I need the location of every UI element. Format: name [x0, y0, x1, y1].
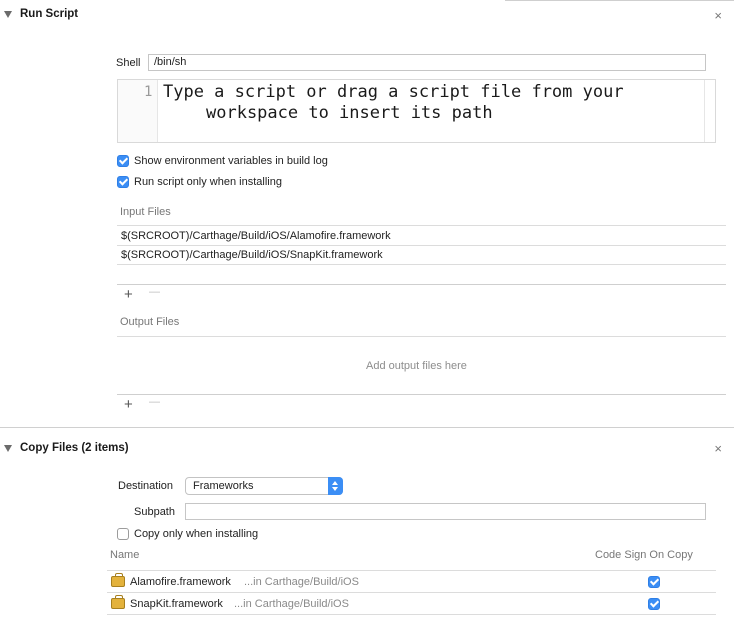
editor-scrollbar-track[interactable] — [704, 80, 705, 142]
table-row[interactable]: Alamofire.framework ...in Carthage/Build… — [107, 571, 716, 592]
input-files-bottom-divider — [117, 284, 726, 285]
top-divider — [505, 0, 734, 1]
input-file-path: $(SRCROOT)/Carthage/Build/iOS/Alamofire.… — [121, 230, 391, 242]
close-icon[interactable]: × — [714, 442, 722, 455]
subpath-input[interactable] — [185, 503, 706, 520]
output-files-bottom-divider — [117, 394, 726, 395]
input-file-row[interactable]: $(SRCROOT)/Carthage/Build/iOS/SnapKit.fr… — [117, 246, 726, 265]
file-location: ...in Carthage/Build/iOS — [244, 576, 359, 588]
destination-label: Destination — [118, 480, 174, 492]
show-env-label: Show environment variables in build log — [134, 155, 328, 167]
destination-popup[interactable]: Frameworks — [185, 477, 343, 495]
popup-stepper-icon[interactable] — [328, 477, 343, 495]
run-script-title: Run Script — [20, 8, 79, 20]
line-number: 1 — [144, 84, 153, 100]
input-file-path: $(SRCROOT)/Carthage/Build/iOS/SnapKit.fr… — [121, 249, 383, 261]
file-name: SnapKit.framework — [130, 598, 223, 610]
copy-files-title: Copy Files (2 items) — [20, 442, 129, 454]
code-sign-checkbox[interactable] — [648, 598, 660, 610]
run-script-header[interactable]: Run Script × — [0, 2, 734, 28]
output-files-top-divider — [117, 336, 726, 337]
run-only-installing-checkbox[interactable] — [117, 176, 129, 188]
add-input-file-button[interactable]: + — [124, 286, 133, 303]
file-name: Alamofire.framework — [130, 576, 231, 588]
row-divider — [117, 264, 726, 265]
disclosure-triangle-icon[interactable] — [4, 445, 12, 452]
script-editor[interactable]: 1 Type a script or drag a script file fr… — [117, 79, 716, 143]
framework-icon — [111, 595, 125, 609]
row-divider — [107, 614, 716, 615]
destination-value: Frameworks — [193, 480, 254, 492]
editor-placeholder-line2: workspace to insert its path — [206, 103, 493, 123]
output-files-placeholder[interactable]: Add output files here — [366, 360, 467, 372]
subpath-label: Subpath — [134, 506, 175, 518]
copy-only-installing-label: Copy only when installing — [134, 528, 259, 540]
show-env-checkbox[interactable] — [117, 155, 129, 167]
input-file-row[interactable]: $(SRCROOT)/Carthage/Build/iOS/Alamofire.… — [117, 226, 726, 245]
remove-input-file-button[interactable]: — — [149, 286, 160, 298]
column-header-code-sign[interactable]: Code Sign On Copy — [595, 549, 693, 561]
output-files-label: Output Files — [120, 316, 180, 328]
file-location: ...in Carthage/Build/iOS — [234, 598, 349, 610]
column-header-name[interactable]: Name — [110, 549, 139, 561]
copy-only-installing-checkbox[interactable] — [117, 528, 129, 540]
framework-icon — [111, 573, 125, 587]
section-divider — [0, 427, 734, 428]
add-output-file-button[interactable]: + — [124, 396, 133, 413]
editor-placeholder-line1: Type a script or drag a script file from… — [163, 82, 624, 102]
close-icon[interactable]: × — [714, 9, 722, 22]
copy-files-header[interactable]: Copy Files (2 items) × — [0, 436, 734, 462]
remove-output-file-button[interactable]: — — [149, 396, 160, 408]
input-files-label: Input Files — [120, 206, 171, 218]
table-row[interactable]: SnapKit.framework ...in Carthage/Build/i… — [107, 593, 716, 614]
shell-label: Shell — [116, 57, 141, 69]
run-only-installing-label: Run script only when installing — [134, 176, 282, 188]
shell-input[interactable]: /bin/sh — [148, 54, 706, 71]
code-sign-checkbox[interactable] — [648, 576, 660, 588]
disclosure-triangle-icon[interactable] — [4, 11, 12, 18]
